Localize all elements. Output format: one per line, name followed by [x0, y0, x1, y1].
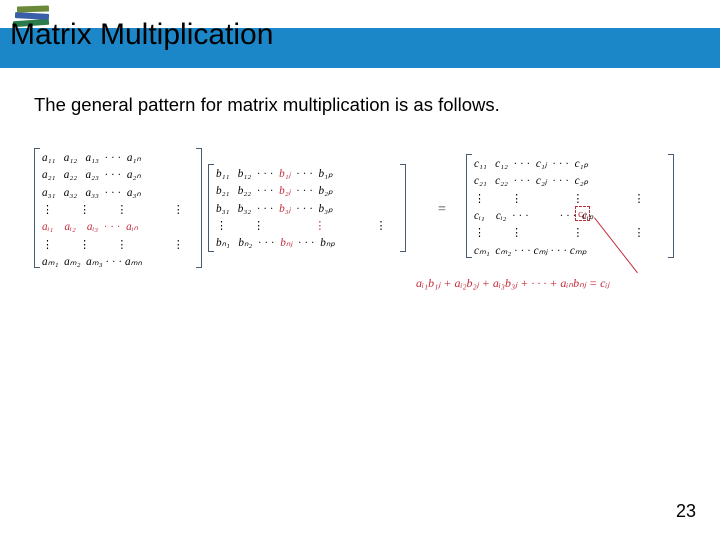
matrix-b-row: ⋮ ⋮ ⋮ ⋮: [216, 218, 398, 235]
slide-header: Matrix Multiplication: [0, 0, 720, 68]
matrix-c-left-bracket: [466, 154, 472, 258]
matrix-b: b₁₁ b₁₂ · · · b₁ⱼ · · · b₁ₚ b₂₁ b₂₂ · · …: [216, 166, 398, 253]
matrix-c-right-bracket: [668, 154, 674, 258]
matrix-a-row: a₂₁ a₂₂ a₂₃ · · · a₂ₙ: [42, 167, 194, 184]
matrix-a-row-highlighted: aᵢ₁ aᵢ₂ aᵢ₃ · · · aᵢₙ: [42, 219, 194, 236]
matrix-c-row: ⋮ ⋮ ⋮ ⋮: [474, 225, 666, 242]
matrix-equation-figure: a₁₁ a₁₂ a₁₃ · · · a₁ₙ a₂₁ a₂₂ a₂₃ · · · …: [20, 146, 700, 326]
intro-text: The general pattern for matrix multiplic…: [34, 94, 720, 116]
matrix-a-left-bracket: [34, 148, 40, 268]
matrix-b-row: b₃₁ b₃₂ · · · b₃ⱼ · · · b₃ₚ: [216, 201, 398, 218]
matrix-c-row: c₂₁ c₂₂ · · · c₂ⱼ · · · c₂ₚ: [474, 173, 666, 190]
matrix-c: c₁₁ c₁₂ · · · c₁ⱼ · · · c₁ₚ c₂₁ c₂₂ · · …: [474, 156, 666, 260]
matrix-a-row: aₘ₁ aₘ₂ aₘ₃ · · · aₘₙ: [42, 254, 194, 271]
matrix-a-row: ⋮ ⋮ ⋮ ⋮: [42, 202, 194, 219]
matrix-a-right-bracket: [196, 148, 202, 268]
cij-formula: aᵢ₁b₁ⱼ + aᵢ₂b₂ⱼ + aᵢ₃b₃ⱼ + · · · + aᵢₙbₙ…: [416, 276, 609, 291]
matrix-c-row: ⋮ ⋮ ⋮ ⋮: [474, 191, 666, 208]
slide-title: Matrix Multiplication: [10, 18, 273, 52]
page-number: 23: [676, 501, 696, 522]
matrix-b-row: b₂₁ b₂₂ · · · b₂ⱼ · · · b₂ₚ: [216, 183, 398, 200]
matrix-b-row: bₙ₁ bₙ₂ · · · bₙⱼ · · · bₙₚ: [216, 235, 398, 252]
matrix-b-right-bracket: [400, 164, 406, 252]
matrix-c-row: c₁₁ c₁₂ · · · c₁ⱼ · · · c₁ₚ: [474, 156, 666, 173]
matrix-a: a₁₁ a₁₂ a₁₃ · · · a₁ₙ a₂₁ a₂₂ a₂₃ · · · …: [42, 150, 194, 272]
matrix-a-row: a₁₁ a₁₂ a₁₃ · · · a₁ₙ: [42, 150, 194, 167]
matrix-c-row: cᵢ₁ cᵢ₂ · · · · · · cᵢₚ: [474, 208, 666, 225]
matrix-b-left-bracket: [208, 164, 214, 252]
cij-highlight-box: cᵢⱼ: [575, 206, 590, 221]
matrix-a-row: ⋮ ⋮ ⋮ ⋮: [42, 237, 194, 254]
equals-sign: =: [438, 202, 446, 218]
matrix-b-row: b₁₁ b₁₂ · · · b₁ⱼ · · · b₁ₚ: [216, 166, 398, 183]
matrix-c-row: cₘ₁ cₘ₂ · · · cₘⱼ · · · cₘₚ: [474, 243, 666, 260]
matrix-a-row: a₃₁ a₃₂ a₃₃ · · · a₃ₙ: [42, 185, 194, 202]
